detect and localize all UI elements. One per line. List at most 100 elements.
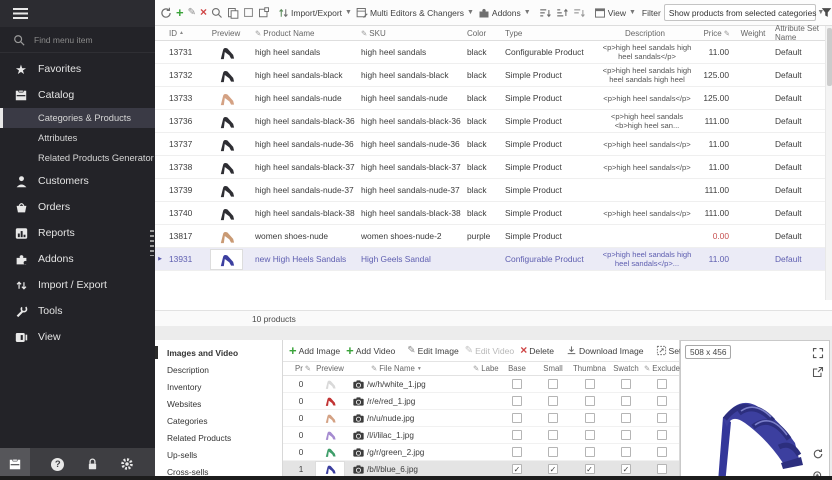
small-checkbox[interactable] (548, 464, 558, 474)
sidebar-item-related-products-generator[interactable]: Related Products Generator (0, 148, 155, 168)
base-checkbox[interactable] (512, 447, 522, 457)
swatch-checkbox[interactable] (621, 413, 631, 423)
column-attribute-set[interactable]: Attribute Set Name (771, 24, 825, 42)
exclude-checkbox[interactable] (657, 413, 667, 423)
product-row[interactable]: 13739 high heel sandals-nude-37 high hee… (155, 179, 832, 202)
thumbnail-checkbox[interactable] (585, 464, 595, 474)
import-export-dropdown[interactable]: Import/Export▼ (276, 5, 354, 21)
fullscreen-button[interactable] (812, 346, 824, 364)
product-row[interactable]: 13733 high heel sandals-nude high heel s… (155, 87, 832, 110)
open-external-button[interactable] (812, 365, 824, 383)
vertical-scrollbar[interactable] (825, 26, 832, 300)
multi-editors-dropdown[interactable]: Multi Editors & Changers▼ (354, 5, 476, 21)
detail-tab[interactable]: Description (155, 361, 282, 378)
image-row[interactable]: 0 /r/e/red_1.jpg (283, 393, 679, 410)
sidebar-item-catalog[interactable]: Catalog (0, 82, 155, 108)
sidebar-item-categories-products[interactable]: Categories & Products (0, 108, 155, 128)
small-checkbox[interactable] (548, 379, 558, 389)
base-checkbox[interactable] (512, 430, 522, 440)
help-icon[interactable]: ? (51, 458, 64, 471)
sidebar-item-reports[interactable]: Reports (0, 220, 155, 246)
column-base[interactable]: Base (499, 364, 535, 373)
product-row[interactable]: 13738 high heel sandals-black-37 high he… (155, 156, 832, 179)
product-row[interactable]: 13817 women shoes-nude women shoes-nude-… (155, 225, 832, 248)
small-checkbox[interactable] (548, 396, 558, 406)
category-filter-select[interactable]: Show products from selected categories▼ (664, 4, 816, 21)
delete-product-button[interactable]: × (198, 5, 209, 20)
column-exclude[interactable]: ✎Exclude (644, 364, 680, 373)
image-row[interactable]: 0 /n/u/nude.jpg (283, 410, 679, 427)
sidebar-item-view[interactable]: View (0, 324, 155, 350)
detail-tab[interactable]: Up-sells (155, 446, 282, 463)
column-description[interactable]: Description (595, 29, 695, 38)
duplicate-button[interactable] (256, 5, 272, 21)
base-checkbox[interactable] (512, 413, 522, 423)
swatch-checkbox[interactable] (621, 447, 631, 457)
base-checkbox[interactable] (512, 396, 522, 406)
exclude-checkbox[interactable] (657, 379, 667, 389)
thumbnail-checkbox[interactable] (585, 379, 595, 389)
base-checkbox[interactable] (512, 464, 522, 474)
sidebar-search-input[interactable] (32, 34, 132, 46)
exclude-checkbox[interactable] (657, 396, 667, 406)
product-row[interactable]: 13740 high heel sandals-black-38 high he… (155, 202, 832, 225)
image-row[interactable]: 0 /g/r/green_2.jpg (283, 444, 679, 461)
detail-tab[interactable]: Inventory (155, 378, 282, 395)
detail-tab[interactable]: Cross-sells (155, 463, 282, 480)
sidebar-item-customers[interactable]: Customers (0, 168, 155, 194)
base-checkbox[interactable] (512, 379, 522, 389)
zoom-in-button[interactable] (812, 469, 824, 480)
sidebar-item-addons[interactable]: Addons (0, 246, 155, 272)
image-row[interactable]: 1 /b/l/blue_6.jpg (283, 461, 679, 478)
copy-button[interactable] (225, 5, 241, 21)
sidebar-item-orders[interactable]: Orders (0, 194, 155, 220)
scrollbar-thumb[interactable] (827, 28, 832, 86)
swatch-checkbox[interactable] (621, 430, 631, 440)
addons-dropdown[interactable]: Addons▼ (476, 5, 533, 21)
column-price[interactable]: Price✎ (695, 29, 735, 38)
column-type[interactable]: Type (501, 29, 595, 38)
add-image-button[interactable]: +Add Image (287, 343, 342, 358)
column-file-name[interactable]: ✎File Name▼ (367, 364, 469, 373)
sort-az-button[interactable] (537, 5, 554, 21)
column-pr[interactable]: Pr✎ (291, 364, 311, 373)
swatch-checkbox[interactable] (621, 396, 631, 406)
column-thumbnail[interactable]: Thumbna (571, 364, 608, 373)
column-weight[interactable]: Weight (735, 29, 771, 38)
product-row[interactable]: 13736 high heel sandals-black-36 high he… (155, 110, 832, 133)
rotate-button[interactable] (812, 447, 824, 465)
column-sku[interactable]: ✎SKU (357, 29, 463, 38)
edit-image-button[interactable]: ✎Edit Image (405, 344, 460, 358)
exclude-checkbox[interactable] (657, 430, 667, 440)
sort-desc-button[interactable] (571, 5, 588, 21)
column-label[interactable]: ✎Label (469, 364, 499, 373)
sort-asc-button[interactable] (554, 5, 571, 21)
column-preview[interactable]: Preview (311, 364, 349, 373)
sidebar-item-attributes[interactable]: Attributes (0, 128, 155, 148)
edit-product-button[interactable]: ✎ (186, 6, 198, 20)
view-dropdown[interactable]: View▼ (592, 5, 638, 21)
thumbnail-checkbox[interactable] (585, 396, 595, 406)
thumbnail-checkbox[interactable] (585, 430, 595, 440)
thumbnail-checkbox[interactable] (585, 413, 595, 423)
refresh-button[interactable] (158, 5, 174, 21)
column-product-name[interactable]: ✎Product Name (251, 29, 357, 38)
small-checkbox[interactable] (548, 430, 558, 440)
swatch-checkbox[interactable] (621, 379, 631, 389)
lock-icon[interactable] (86, 457, 99, 471)
column-small[interactable]: Small (535, 364, 571, 373)
column-color[interactable]: Color (463, 29, 501, 38)
add-video-button[interactable]: +Add Video (344, 343, 397, 358)
column-preview[interactable]: Preview (201, 29, 251, 38)
sidebar-item-import-export[interactable]: Import / Export (0, 272, 155, 298)
product-row[interactable]: 13931 new High Heels Sandals High Geels … (155, 248, 832, 271)
delete-image-button[interactable]: ×Delete (518, 343, 556, 358)
product-row[interactable]: 13732 high heel sandals-black high heel … (155, 64, 832, 87)
download-image-button[interactable]: Download Image (564, 343, 646, 358)
thumbnail-checkbox[interactable] (585, 447, 595, 457)
sidebar-item-tools[interactable]: Tools (0, 298, 155, 324)
detail-tab[interactable]: Websites (155, 395, 282, 412)
column-id[interactable]: ID▲ (165, 29, 201, 38)
small-checkbox[interactable] (548, 413, 558, 423)
small-checkbox[interactable] (548, 447, 558, 457)
